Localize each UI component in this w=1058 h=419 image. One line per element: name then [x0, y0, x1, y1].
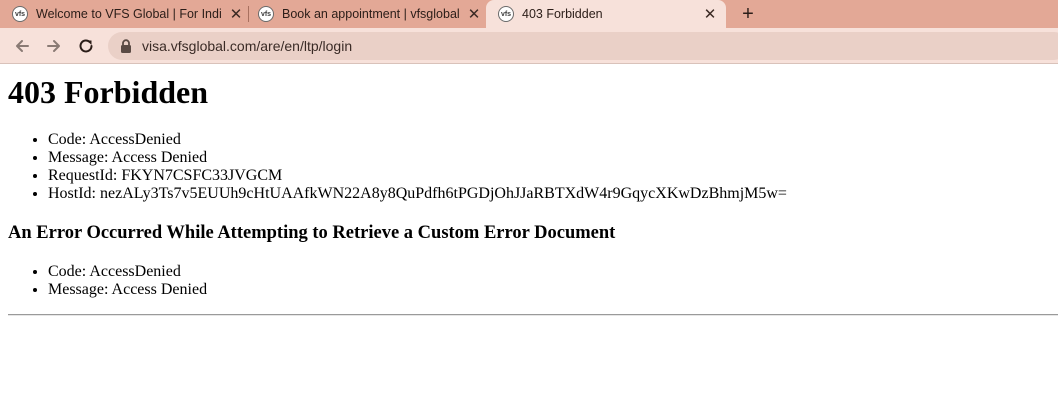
url-text: visa.vfsglobal.com/are/en/ltp/login [142, 38, 353, 54]
tab-title: Welcome to VFS Global | For Indi [36, 7, 222, 21]
close-icon[interactable]: ✕ [466, 6, 482, 23]
tab-separator [248, 6, 249, 22]
tab-book-appointment[interactable]: vfs Book an appointment | vfsglobal ✕ [258, 0, 482, 28]
custom-error-heading: An Error Occurred While Attempting to Re… [8, 223, 616, 243]
forward-button[interactable] [44, 36, 64, 56]
close-icon[interactable]: ✕ [228, 6, 244, 23]
horizontal-divider [8, 314, 1058, 316]
vfs-favicon-icon: vfs [258, 6, 274, 22]
reload-button[interactable] [76, 36, 96, 56]
close-icon[interactable]: ✕ [702, 6, 718, 23]
vfs-favicon-icon: vfs [12, 6, 28, 22]
tab-welcome-vfs[interactable]: vfs Welcome to VFS Global | For Indi ✕ [12, 0, 244, 28]
lock-icon [120, 39, 132, 53]
tab-strip: vfs Welcome to VFS Global | For Indi ✕ v… [0, 0, 1058, 28]
address-bar[interactable]: visa.vfsglobal.com/are/en/ltp/login [108, 32, 1058, 60]
forward-arrow-icon [47, 40, 60, 52]
reload-icon [79, 39, 93, 53]
list-item: HostId: nezALy3Ts7v5EUUh9cHtUAAfkWN22A8y… [48, 185, 787, 203]
list-item: Code: AccessDenied [48, 131, 787, 149]
browser-toolbar: visa.vfsglobal.com/are/en/ltp/login [0, 28, 1058, 64]
error-details-list: Code: AccessDenied Message: Access Denie… [8, 131, 787, 203]
back-arrow-icon [16, 40, 29, 52]
tab-title: 403 Forbidden [522, 7, 603, 21]
tab-title: Book an appointment | vfsglobal [282, 7, 460, 21]
new-tab-button[interactable]: + [736, 2, 760, 26]
page-content: 403 Forbidden Code: AccessDenied Message… [0, 64, 1058, 419]
custom-error-details-list: Code: AccessDenied Message: Access Denie… [8, 263, 207, 299]
page-title: 403 Forbidden [8, 74, 209, 110]
list-item: Code: AccessDenied [48, 263, 207, 281]
list-item: RequestId: FKYN7CSFC33JVGCM [48, 167, 787, 185]
back-button[interactable] [12, 36, 32, 56]
vfs-favicon-icon: vfs [498, 6, 514, 22]
list-item: Message: Access Denied [48, 149, 787, 167]
list-item: Message: Access Denied [48, 281, 207, 299]
tab-403-forbidden[interactable]: vfs 403 Forbidden ✕ [486, 0, 726, 28]
